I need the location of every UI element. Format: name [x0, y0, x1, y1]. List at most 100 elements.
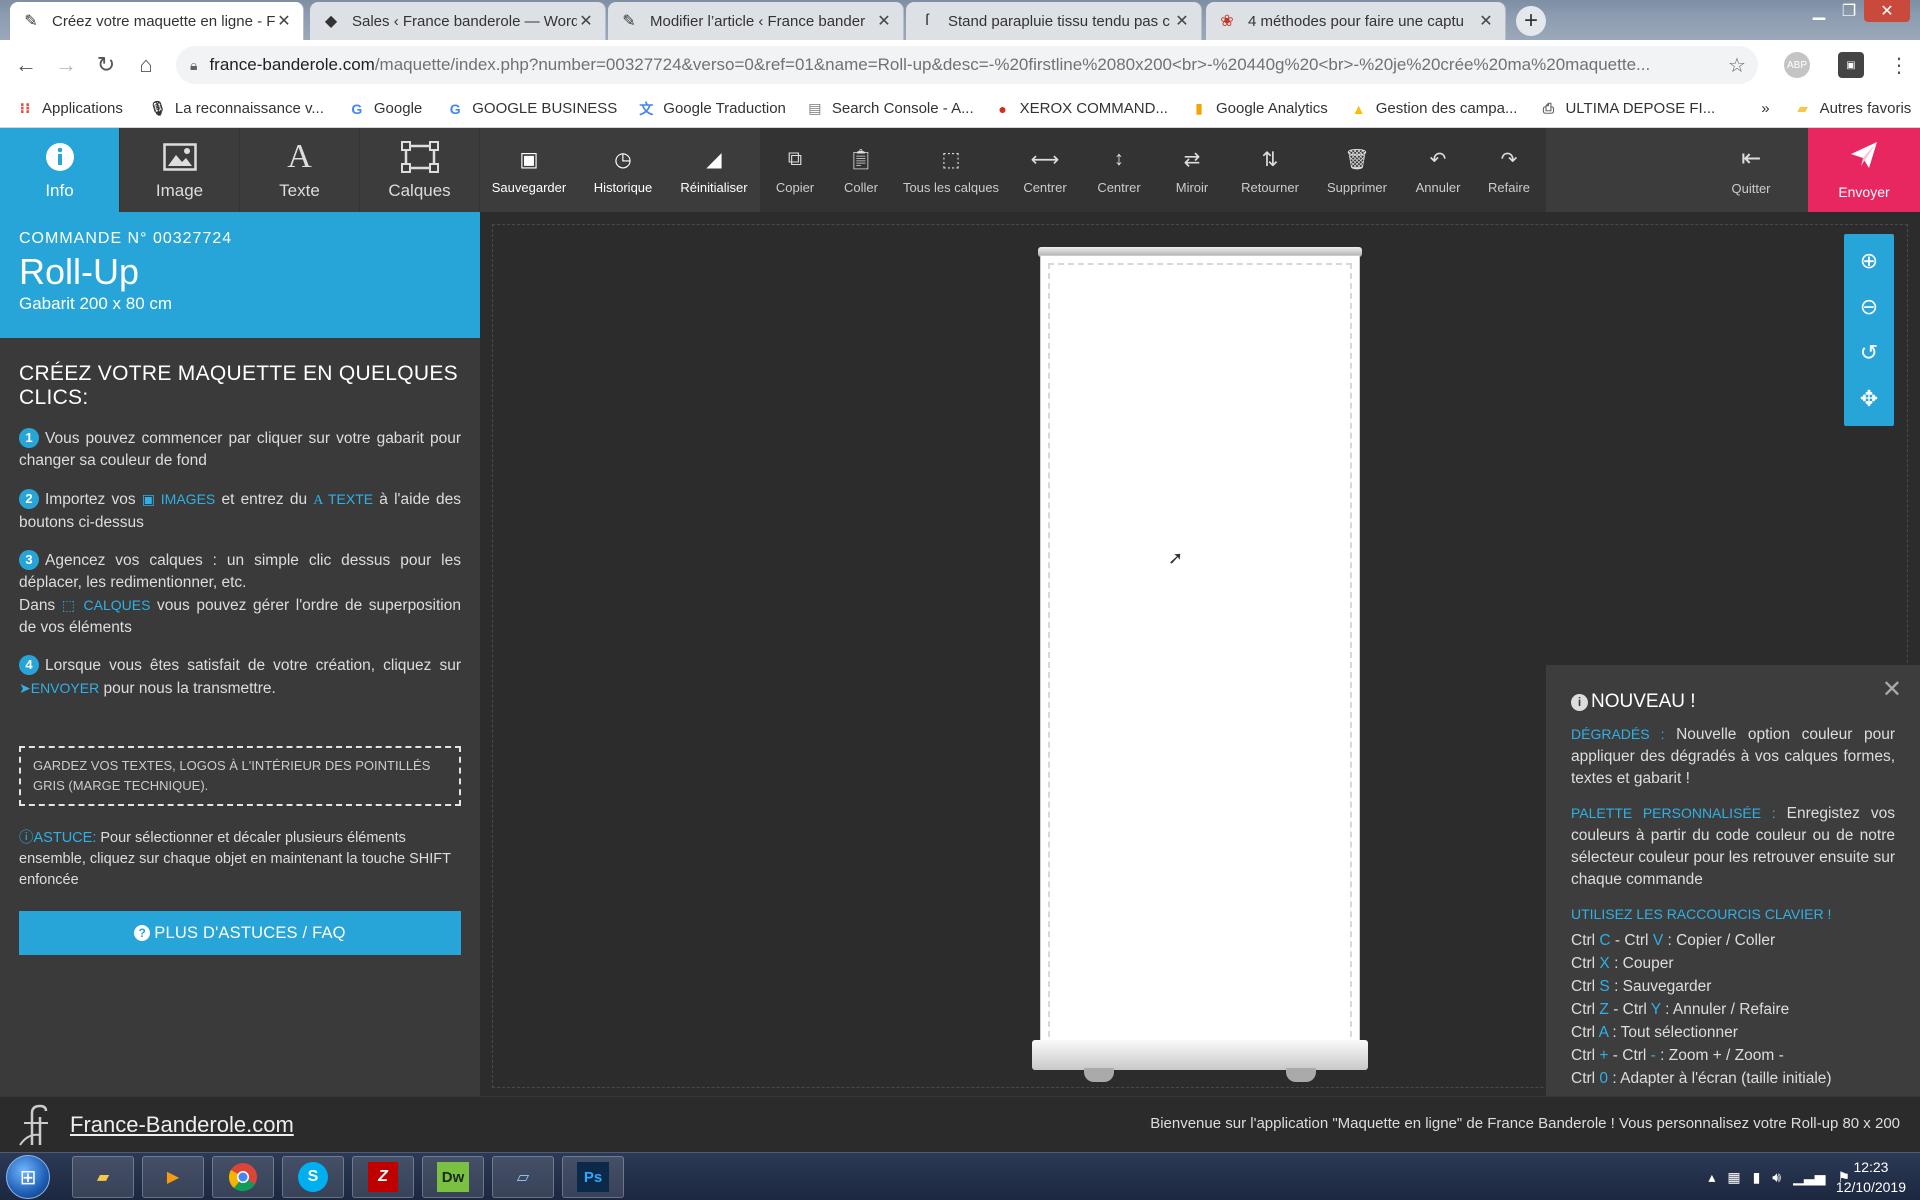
- tip-text: ⓘASTUCE: Pour sélectionner et décaler pl…: [19, 828, 461, 891]
- zoom-in-icon[interactable]: ⊕: [1844, 241, 1894, 281]
- url-field[interactable]: 🔒︎ france-banderole.com/maquette/index.p…: [176, 46, 1758, 84]
- skype-icon[interactable]: S: [282, 1156, 344, 1198]
- new-tab-button[interactable]: +: [1516, 6, 1546, 36]
- volume-icon[interactable]: 🔊︎: [1772, 1169, 1781, 1186]
- bookmark-reconnaissance[interactable]: 🎙︎ La reconnaissance v...: [149, 100, 324, 118]
- paste-button[interactable]: 📋︎ Coller: [838, 128, 884, 212]
- bookmark-applications[interactable]: ⁝⁝ Applications: [16, 100, 123, 118]
- explorer-icon[interactable]: ▰: [72, 1156, 134, 1198]
- close-icon[interactable]: ✕: [1882, 678, 1902, 702]
- bookmark-gestion-campagnes[interactable]: ▲ Gestion des campa...: [1350, 100, 1518, 118]
- minimize-icon[interactable]: ▁: [1804, 0, 1834, 22]
- bookmarks-more[interactable]: »: [1761, 100, 1769, 117]
- tool-label: Historique: [593, 179, 653, 195]
- network-icon[interactable]: ▦: [1727, 1169, 1740, 1186]
- star-icon[interactable]: ☆: [1728, 53, 1758, 78]
- bookmark-google-business[interactable]: G GOOGLE BUSINESS: [446, 100, 618, 118]
- tab-texte[interactable]: A Texte: [240, 128, 360, 212]
- close-icon[interactable]: ✕: [275, 11, 293, 31]
- flip-button[interactable]: ⇅ Retourner: [1240, 128, 1300, 212]
- forward-button[interactable]: →: [46, 45, 86, 85]
- tab-calques[interactable]: Calques: [360, 128, 480, 212]
- bookmark-google-traduction[interactable]: 文 Google Traduction: [637, 100, 786, 118]
- welcome-message: Bienvenue sur l'application "Maquette en…: [1150, 1115, 1900, 1132]
- news-label: PALETTE PERSONNALISÉE :: [1571, 805, 1776, 821]
- redo-button[interactable]: ↷ Refaire: [1484, 128, 1534, 212]
- browser-tab-2[interactable]: ◆ Sales ‹ France banderole — Word ✕: [310, 2, 606, 40]
- order-header: COMMANDE N° 00327724 Roll-Up Gabarit 200…: [0, 212, 480, 338]
- browser-tab-3[interactable]: ✎ Modifier l’article ‹ France bander ✕: [608, 2, 904, 40]
- browser-tab-1[interactable]: ✎ Créez votre maquette en ligne - F ✕: [10, 2, 304, 40]
- chrome-icon[interactable]: [212, 1156, 274, 1198]
- microphone-icon: 🎙︎: [149, 100, 167, 116]
- browser-tab-5[interactable]: ❀ 4 méthodes pour faire une captu ✕: [1206, 2, 1506, 40]
- tab-title: Modifier l’article ‹ France bander: [650, 12, 866, 30]
- maximize-icon[interactable]: ❐: [1834, 0, 1864, 22]
- step-text: et entrez du: [215, 491, 314, 508]
- brand-logo[interactable]: France-Banderole.com: [18, 1097, 294, 1153]
- close-icon[interactable]: ✕: [1173, 11, 1191, 31]
- close-icon[interactable]: ✕: [577, 11, 595, 31]
- start-button[interactable]: ⊞: [6, 1155, 50, 1199]
- extension-icon[interactable]: ▣: [1838, 52, 1864, 78]
- home-button[interactable]: ⌂: [126, 45, 166, 85]
- system-clock[interactable]: 12:23 12/10/2019: [1836, 1157, 1906, 1197]
- bookmark-search-console[interactable]: ▤ Search Console - A...: [806, 100, 973, 118]
- copy-button[interactable]: ⧉ Copier: [772, 128, 818, 212]
- system-tray: ▴ ▦ ▮ 🔊︎ ▁▃▅ ⚑: [1708, 1153, 1850, 1200]
- filezilla-icon[interactable]: Z: [352, 1156, 414, 1198]
- info-icon: [45, 139, 75, 175]
- undo-button[interactable]: ↶ Annuler: [1412, 128, 1464, 212]
- adblock-icon[interactable]: ABP: [1784, 52, 1810, 78]
- chevron-up-icon[interactable]: ▴: [1708, 1169, 1715, 1186]
- security-icon[interactable]: ▮: [1753, 1169, 1761, 1186]
- bookmark-google[interactable]: G Google: [348, 100, 422, 118]
- mirror-button[interactable]: ⇄ Miroir: [1168, 128, 1216, 212]
- zoom-out-icon[interactable]: ⊖: [1844, 287, 1894, 327]
- rollup-template-canvas[interactable]: [1040, 255, 1360, 1055]
- media-player-icon[interactable]: ▶: [142, 1156, 204, 1198]
- reset-zoom-icon[interactable]: ↺: [1844, 333, 1894, 373]
- rollup-base: [1032, 1040, 1368, 1070]
- bookmark-label: Google Traduction: [663, 100, 786, 117]
- signal-icon[interactable]: ▁▃▅: [1793, 1169, 1825, 1186]
- photoshop-icon[interactable]: Ps: [562, 1156, 624, 1198]
- history-button[interactable]: ◷ Historique: [586, 128, 660, 212]
- browser-tab-4[interactable]: ſ Stand parapluie tissu tendu pas c ✕: [906, 2, 1202, 40]
- text-icon: A: [313, 493, 328, 508]
- eraser-icon: ◢: [706, 149, 722, 171]
- window-close-icon[interactable]: ✕: [1864, 0, 1910, 22]
- dreamweaver-icon[interactable]: Dw: [422, 1156, 484, 1198]
- delete-button[interactable]: 🗑︎ Supprimer: [1322, 128, 1392, 212]
- bookmark-xerox[interactable]: ● XEROX COMMAND...: [994, 100, 1168, 118]
- faq-button[interactable]: ? PLUS D'ASTUCES / FAQ: [19, 911, 461, 955]
- bookmark-label: Google: [373, 100, 423, 117]
- tool-label: Retourner: [1241, 179, 1299, 195]
- center-horizontal-button[interactable]: ⟷ Centrer: [1020, 128, 1070, 212]
- center-vertical-button[interactable]: ↕ Centrer: [1094, 128, 1144, 212]
- bookmark-other-favorites[interactable]: ▰ Autres favoris: [1794, 100, 1911, 118]
- close-icon[interactable]: ✕: [875, 11, 893, 31]
- trash-icon: 🗑︎: [1344, 149, 1370, 171]
- back-button[interactable]: ←: [6, 45, 46, 85]
- move-icon[interactable]: ✥: [1844, 379, 1894, 419]
- window-controls: ▁ ❐ ✕: [1804, 0, 1910, 22]
- tag-icon: ◆: [324, 13, 338, 30]
- notepad-icon[interactable]: ▱: [492, 1156, 554, 1198]
- send-button[interactable]: Envoyer: [1808, 128, 1920, 212]
- reload-button[interactable]: ↻: [86, 45, 126, 85]
- lock-icon: 🔒︎: [190, 56, 198, 73]
- bookmark-ultima[interactable]: ⎙ ULTIMA DEPOSE FI...: [1539, 100, 1715, 118]
- info-icon: ⓘ: [19, 830, 34, 846]
- save-button[interactable]: ▣ Sauvegarder: [488, 128, 570, 212]
- bookmark-label: GOOGLE BUSINESS: [472, 100, 618, 117]
- pencil-icon: ✎: [24, 13, 38, 30]
- reset-button[interactable]: ◢ Réinitialiser: [676, 128, 752, 212]
- all-layers-button[interactable]: ⬚ Tous les calques: [903, 128, 999, 212]
- menu-kebab-icon[interactable]: ⋮: [1886, 52, 1912, 78]
- close-icon[interactable]: ✕: [1477, 11, 1495, 31]
- quit-button[interactable]: ⇤ Quitter: [1706, 128, 1796, 212]
- tab-info[interactable]: Info: [0, 128, 120, 212]
- tab-image[interactable]: Image: [120, 128, 240, 212]
- bookmark-google-analytics[interactable]: ▮ Google Analytics: [1190, 100, 1328, 118]
